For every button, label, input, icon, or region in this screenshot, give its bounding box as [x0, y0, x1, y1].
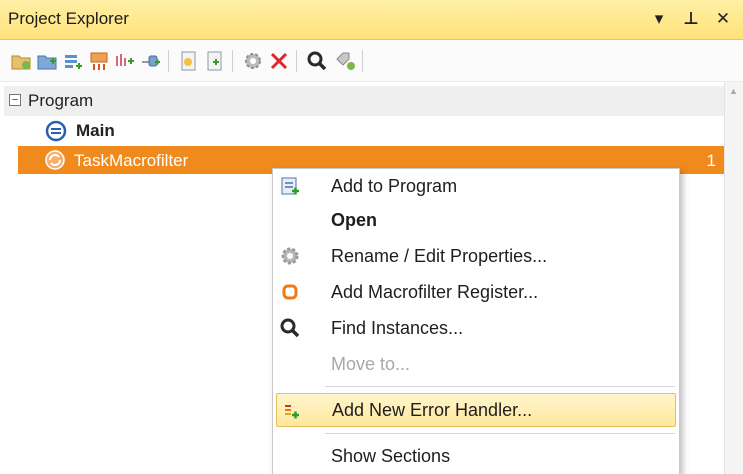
add-step-icon[interactable]	[140, 50, 162, 72]
properties-gear-icon[interactable]	[242, 50, 264, 72]
add-connection-icon[interactable]	[114, 50, 136, 72]
menu-item-rename[interactable]: Rename / Edit Properties...	[273, 239, 679, 273]
add-to-program-icon	[281, 177, 299, 195]
tree-item-main[interactable]: Main	[40, 116, 340, 146]
menu-separator	[325, 433, 675, 434]
menu-item-add-to-program[interactable]: Add to Program	[273, 169, 679, 203]
menu-separator	[325, 386, 675, 387]
vertical-scrollbar[interactable]: ▲	[724, 82, 743, 474]
menu-item-label: Add Macrofilter Register...	[331, 282, 539, 302]
copy-page-icon[interactable]	[178, 50, 200, 72]
tree-item-program[interactable]: − Program	[4, 86, 724, 116]
new-folder-icon[interactable]	[10, 50, 32, 72]
error-handler-icon	[285, 405, 299, 419]
toolbar-separator	[168, 50, 169, 72]
gear-icon	[281, 247, 299, 265]
delete-icon[interactable]	[268, 50, 290, 72]
tree-item-label: Main	[76, 121, 115, 140]
menu-item-add-error-handler[interactable]: Add New Error Handler...	[276, 393, 676, 427]
menu-item-add-macrofilter-register[interactable]: Add Macrofilter Register...	[273, 275, 679, 309]
panel-title-bar: Project Explorer ▾ ⊥ ✕	[0, 0, 743, 40]
pin-button[interactable]: ⊥	[680, 8, 702, 30]
add-folder-icon[interactable]	[36, 50, 58, 72]
close-button[interactable]: ✕	[712, 8, 734, 30]
tree-item-label: TaskMacrofilter	[74, 151, 189, 170]
menu-item-find-instances[interactable]: Find Instances...	[273, 311, 679, 345]
menu-item-label: Show Sections	[331, 446, 451, 466]
menu-item-open[interactable]: Open	[273, 203, 679, 237]
task-loop-icon	[45, 150, 65, 170]
menu-item-label: Find Instances...	[331, 318, 464, 338]
menu-item-label: Move to...	[331, 354, 411, 374]
add-list-icon[interactable]	[62, 50, 84, 72]
register-icon	[282, 284, 298, 300]
context-menu: Add to Program Open Rename / Edit Proper…	[272, 168, 680, 474]
paste-page-icon[interactable]	[204, 50, 226, 72]
menu-item-show-sections[interactable]: Show Sections	[273, 439, 679, 473]
toolbar-separator	[362, 50, 363, 72]
search-icon[interactable]	[306, 50, 328, 72]
menu-item-move-to: Move to...	[273, 347, 679, 381]
menu-item-label: Add New Error Handler...	[332, 400, 533, 420]
add-worker-icon[interactable]	[88, 50, 110, 72]
collapse-toggle[interactable]: −	[9, 94, 21, 106]
toolbar-separator	[232, 50, 233, 72]
panel-dropdown-button[interactable]: ▾	[648, 8, 670, 30]
menu-item-label: Rename / Edit Properties...	[331, 246, 548, 266]
menu-item-label: Add to Program	[331, 176, 458, 196]
menu-item-label: Open	[331, 210, 378, 230]
toolbar-separator	[296, 50, 297, 72]
tree-item-label: Program	[28, 91, 94, 110]
tag-icon[interactable]	[334, 50, 356, 72]
panel-title: Project Explorer	[8, 9, 129, 28]
instance-count: 1	[706, 151, 716, 170]
macrofilter-icon	[45, 120, 67, 142]
toolbar	[0, 40, 743, 82]
search-icon	[280, 318, 300, 338]
scroll-up-icon[interactable]: ▲	[729, 86, 738, 96]
